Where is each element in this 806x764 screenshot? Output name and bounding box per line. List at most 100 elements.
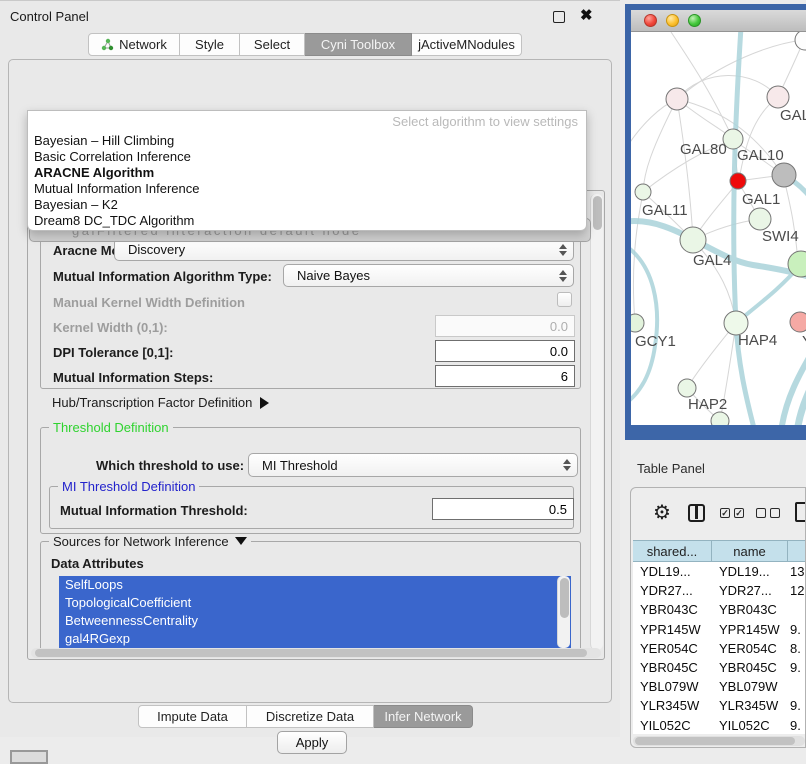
settings-hscroll-thumb[interactable] (35, 649, 587, 657)
algorithm-option-aracne-algorithm[interactable]: ARACNE Algorithm (34, 165, 154, 181)
network-node-gal11[interactable] (635, 184, 651, 200)
network-node[interactable] (749, 208, 771, 230)
attribute-item[interactable]: gal4RGexp (59, 630, 571, 648)
stepper-icon (557, 459, 577, 471)
table-cell: YIL052C (712, 716, 788, 735)
network-node[interactable] (666, 88, 688, 110)
table-row[interactable]: YBR045CYBR045C9. (633, 658, 806, 677)
select-all-checked-icon[interactable]: ✓ (734, 508, 744, 518)
node-table[interactable]: shared...name YDL19...YDL19...13YDR27...… (633, 540, 806, 734)
network-node-gal10[interactable] (772, 163, 796, 187)
tab-cyni-toolbox[interactable]: Cyni Toolbox (305, 33, 412, 56)
algorithm-option-basic-correlation-inference[interactable]: Basic Correlation Inference (34, 149, 191, 165)
table-hscroll-thumb[interactable] (635, 737, 795, 745)
mi-threshold-field[interactable]: 0.5 (432, 498, 574, 520)
algorithm-option-bayesian-k2[interactable]: Bayesian – K2 (34, 197, 118, 213)
which-threshold-combo[interactable]: MI Threshold (248, 453, 578, 477)
attribute-item[interactable]: SelfLoops (59, 576, 571, 594)
column-header[interactable]: shared... (633, 540, 712, 562)
hub-definition-expander[interactable]: Hub/Transcription Factor Definition (52, 395, 269, 410)
network-node[interactable] (711, 412, 729, 425)
table-row[interactable]: YBL079WYBL079W (633, 677, 806, 696)
column-header[interactable]: name (712, 540, 788, 562)
table-row[interactable]: YBR043CYBR043C (633, 600, 806, 619)
algorithm-option-bayesian-hill-climbing[interactable]: Bayesian – Hill Climbing (34, 133, 174, 149)
table-cell: YBL079W (633, 677, 712, 696)
table-row[interactable]: YDR27...YDR27...12 (633, 581, 806, 600)
mi-type-combo[interactable]: Naive Bayes (283, 264, 574, 287)
algorithm-option-dream8-dc-tdc-algorithm[interactable]: Dream8 DC_TDC Algorithm (34, 213, 194, 229)
settings-horizontal-scrollbar[interactable] (31, 648, 601, 658)
settings-vscroll-thumb[interactable] (593, 196, 602, 230)
mac-minimize-icon[interactable] (666, 14, 679, 27)
network-node-hap2[interactable] (678, 379, 696, 397)
tab-network[interactable]: Network (88, 33, 180, 56)
sources-group: Sources for Network Inference Data Attri… (40, 541, 581, 651)
settings-vertical-scrollbar[interactable] (590, 194, 603, 650)
table-horizontal-scrollbar[interactable] (633, 736, 805, 746)
float-window-icon[interactable] (553, 11, 565, 23)
table-cell: 9. (788, 620, 806, 639)
hub-definition-label: Hub/Transcription Factor Definition (52, 395, 252, 410)
dpi-tolerance-field[interactable]: 0.0 (435, 340, 575, 362)
manual-kernel-checkbox[interactable] (557, 292, 572, 307)
close-icon[interactable]: ✖ (580, 6, 593, 24)
attributes-vertical-scrollbar[interactable] (557, 576, 570, 648)
split-columns-icon[interactable] (688, 504, 705, 522)
sources-group-title[interactable]: Sources for Network Inference (49, 534, 251, 549)
table-row[interactable]: YER054CYER054C8. (633, 639, 806, 658)
tab-discretize-data[interactable]: Discretize Data (247, 705, 374, 728)
cyni-toolbox-panel: galFiltered interaction default node Sel… (8, 59, 612, 703)
table-cell: 13 (788, 562, 806, 581)
attributes-vscroll-thumb[interactable] (560, 578, 569, 618)
kernel-width-field[interactable]: 0.0 (435, 315, 575, 337)
deselect-all-icon[interactable] (770, 508, 780, 518)
algorithm-dropdown-popup: Select algorithm to view settings Bayesi… (27, 110, 587, 231)
table-row[interactable]: YPR145WYPR145W9. (633, 620, 806, 639)
network-node-gal1[interactable] (730, 173, 746, 189)
table-cell: YER054C (633, 639, 712, 658)
table-cell: 12 (788, 581, 806, 600)
table-row[interactable]: YLR345WYLR345W9. (633, 696, 806, 715)
mi-steps-label: Mutual Information Steps: (53, 370, 213, 385)
settings-gear-icon[interactable]: ⚙ (653, 502, 671, 524)
tab-impute-data[interactable]: Impute Data (138, 705, 247, 728)
top-tab-bar: NetworkStyleSelectCyni ToolboxjActiveMNo… (88, 33, 522, 56)
tab-select[interactable]: Select (240, 33, 305, 56)
table-row[interactable]: YIL052CYIL052C9. (633, 716, 806, 735)
mac-zoom-icon[interactable] (688, 14, 701, 27)
tab-style[interactable]: Style (180, 33, 240, 56)
apply-button[interactable]: Apply (277, 731, 347, 754)
network-node-gal4[interactable] (680, 227, 706, 253)
node-label: Y (802, 333, 806, 350)
table-row[interactable]: YDL19...YDL19...13 (633, 562, 806, 581)
attribute-item[interactable]: BetweennessCentrality (59, 612, 571, 630)
network-canvas[interactable]: GALGAL80GAL10GAL1GAL11SWI4GAL4GCY1HAP4YH… (631, 32, 806, 425)
manual-kernel-label: Manual Kernel Width Definition (53, 295, 245, 310)
network-node-y[interactable] (790, 312, 806, 332)
network-node-gcy1[interactable] (631, 314, 644, 332)
tab-jactivemnodules[interactable]: jActiveMNodules (412, 33, 522, 56)
mac-close-icon[interactable] (644, 14, 657, 27)
tab-infer-network[interactable]: Infer Network (374, 705, 473, 728)
node-label: GAL4 (693, 252, 731, 269)
table-cell: YER054C (712, 639, 788, 658)
network-window-titlebar[interactable] (631, 10, 806, 32)
mi-threshold-title: MI Threshold Definition (58, 479, 199, 494)
data-attributes-list[interactable]: SelfLoopsTopologicalCoefficientBetweenne… (59, 576, 571, 648)
deselect-all-icon[interactable] (756, 508, 766, 518)
network-view-window: GALGAL80GAL10GAL1GAL11SWI4GAL4GCY1HAP4YH… (625, 4, 806, 440)
table-cell: YBL079W (712, 677, 788, 696)
table-cell: YBR045C (633, 658, 712, 677)
select-all-checked-icon[interactable]: ✓ (720, 508, 730, 518)
network-node-gal[interactable] (767, 86, 789, 108)
algorithm-option-mutual-information-inference[interactable]: Mutual Information Inference (34, 181, 199, 197)
attribute-item[interactable]: TopologicalCoefficient (59, 594, 571, 612)
column-header[interactable] (788, 540, 806, 562)
mi-type-value: Naive Bayes (284, 268, 553, 283)
mi-steps-field[interactable]: 6 (435, 365, 575, 387)
threshold-definition-group: Threshold Definition Which threshold to … (40, 427, 581, 534)
network-node[interactable] (795, 32, 806, 50)
page-icon[interactable] (795, 502, 806, 522)
table-cell: YPR145W (633, 620, 712, 639)
